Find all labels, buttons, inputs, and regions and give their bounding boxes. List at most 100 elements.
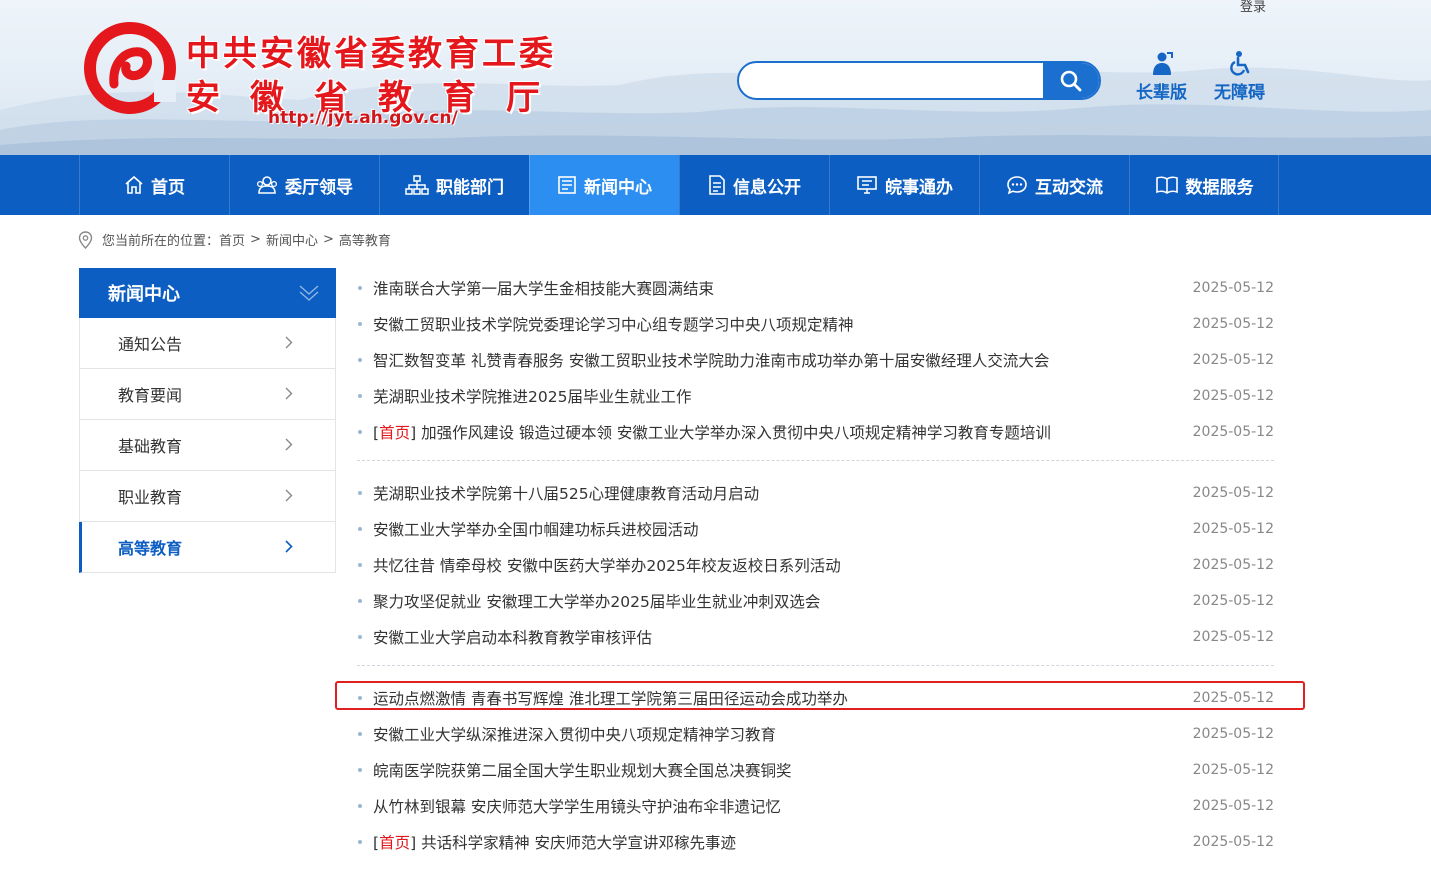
book-icon xyxy=(1155,176,1178,194)
bullet-dot xyxy=(358,732,362,736)
news-item[interactable]: 聚力攻坚促就业 安徽理工大学举办2025届毕业生就业冲刺双选会 2025-05-… xyxy=(357,583,1274,619)
search-box xyxy=(737,61,1101,100)
sidebar-item-higher-education[interactable]: 高等教育 xyxy=(79,522,336,573)
nav-item-departments[interactable]: 职能部门 xyxy=(379,155,529,215)
news-title[interactable]: [首页] 共话科学家精神 安庆师范大学宣讲邓稼先事迹 xyxy=(373,831,1190,853)
login-link[interactable]: 登录 xyxy=(1240,0,1266,15)
nav-item-interaction[interactable]: 互动交流 xyxy=(979,155,1129,215)
chevron-right-icon xyxy=(285,540,293,553)
news-item[interactable]: [首页] 加强作风建设 锻造过硬本领 安徽工业大学举办深入贯彻中央八项规定精神学… xyxy=(357,414,1274,450)
news-title[interactable]: 淮南联合大学第一届大学生金相技能大赛圆满结束 xyxy=(373,277,1190,299)
news-date: 2025-05-12 xyxy=(1192,629,1274,645)
news-item[interactable]: [首页] 共话科学家精神 安庆师范大学宣讲邓稼先事迹 2025-05-12 xyxy=(357,824,1274,860)
news-title[interactable]: [首页] 加强作风建设 锻造过硬本领 安徽工业大学举办深入贯彻中央八项规定精神学… xyxy=(373,421,1190,443)
search-input[interactable] xyxy=(739,63,1045,98)
news-item[interactable]: 智汇数智变革 礼赞青春服务 安徽工贸职业技术学院助力淮南市成功举办第十届安徽经理… xyxy=(357,342,1274,378)
breadcrumb-separator: > xyxy=(250,232,261,247)
news-item[interactable]: 芜湖职业技术学院第十八届525心理健康教育活动月启动 2025-05-12 xyxy=(357,475,1274,511)
sidebar: 新闻中心 通知公告 教育要闻 基础教育 职业教育 高等教育 xyxy=(79,268,336,573)
news-item[interactable]: 安徽工贸职业技术学院党委理论学习中心组专题学习中央八项规定精神 2025-05-… xyxy=(357,306,1274,342)
news-title[interactable]: 安徽工业大学启动本科教育教学审核评估 xyxy=(373,626,1190,648)
nav-label: 委厅领导 xyxy=(285,177,353,198)
breadcrumb-prefix: 您当前所在的位置： xyxy=(102,234,220,249)
news-title-text: 加强作风建设 锻造过硬本领 安徽工业大学举办深入贯彻中央八项规定精神学习教育专题… xyxy=(421,424,1051,442)
main-nav: 首页 委厅领导 职能部门 新闻中心 信息公开 皖事通办 互动交流 数据服务 xyxy=(0,155,1431,215)
nav-item-home[interactable]: 首页 xyxy=(79,155,229,215)
news-date: 2025-05-12 xyxy=(1192,352,1274,368)
news-item[interactable]: 从竹林到银幕 安庆师范大学学生用镜头守护油布伞非遗记忆 2025-05-12 xyxy=(357,788,1274,824)
sidebar-item-notices[interactable]: 通知公告 xyxy=(79,318,336,369)
news-title[interactable]: 芜湖职业技术学院第十八届525心理健康教育活动月启动 xyxy=(373,482,1190,504)
bullet-dot xyxy=(358,527,362,531)
search-icon xyxy=(1060,70,1082,91)
news-title[interactable]: 安徽工贸职业技术学院党委理论学习中心组专题学习中央八项规定精神 xyxy=(373,313,1190,335)
nav-item-news[interactable]: 新闻中心 xyxy=(529,155,679,215)
news-date: 2025-05-12 xyxy=(1192,424,1274,440)
news-title[interactable]: 安徽工业大学举办全国巾帼建功标兵进校园活动 xyxy=(373,518,1190,540)
bullet-dot xyxy=(358,804,362,808)
sidebar-item-education-news[interactable]: 教育要闻 xyxy=(79,369,336,420)
news-item[interactable]: 安徽工业大学举办全国巾帼建功标兵进校园活动 2025-05-12 xyxy=(357,511,1274,547)
news-date: 2025-05-12 xyxy=(1192,726,1274,742)
sidebar-item-label: 基础教育 xyxy=(118,437,183,456)
nav-label: 数据服务 xyxy=(1185,177,1254,198)
news-item[interactable]: 芜湖职业技术学院推进2025届毕业生就业工作 2025-05-12 xyxy=(357,378,1274,414)
news-item[interactable]: 安徽工业大学启动本科教育教学审核评估 2025-05-12 xyxy=(357,619,1274,655)
news-item[interactable]: 皖南医学院获第二届全国大学生职业规划大赛全国总决赛铜奖 2025-05-12 xyxy=(357,752,1274,788)
org-chart-icon xyxy=(405,175,429,195)
news-date: 2025-05-12 xyxy=(1192,557,1274,573)
news-date: 2025-05-12 xyxy=(1192,280,1274,296)
news-date: 2025-05-12 xyxy=(1192,521,1274,537)
chevron-right-icon xyxy=(285,387,293,400)
sidebar-item-basic-education[interactable]: 基础教育 xyxy=(79,420,336,471)
news-title[interactable]: 皖南医学院获第二届全国大学生职业规划大赛全国总决赛铜奖 xyxy=(373,759,1190,781)
chat-icon xyxy=(1007,176,1027,195)
breadcrumb-home[interactable]: 首页 xyxy=(219,230,245,249)
news-item[interactable]: 安徽工业大学纵深推进深入贯彻中央八项规定精神学习教育 2025-05-12 xyxy=(357,716,1274,752)
chevron-right-icon xyxy=(285,438,293,451)
sidebar-heading: 新闻中心 xyxy=(79,268,336,318)
news-title[interactable]: 安徽工业大学纵深推进深入贯彻中央八项规定精神学习教育 xyxy=(373,723,1190,745)
news-item[interactable]: 淮南联合大学第一届大学生金相技能大赛圆满结束 2025-05-12 xyxy=(357,270,1274,306)
bullet-dot xyxy=(358,491,362,495)
site-url: http://jyt.ah.gov.cn/ xyxy=(268,108,458,128)
nav-label: 首页 xyxy=(151,177,185,198)
bullet-dot xyxy=(358,599,362,603)
news-title[interactable]: 聚力攻坚促就业 安徽理工大学举办2025届毕业生就业冲刺双选会 xyxy=(373,590,1190,612)
news-title[interactable]: 共忆往昔 情牵母校 安徽中医药大学举办2025年校友返校日系列活动 xyxy=(373,554,1190,576)
nav-label: 皖事通办 xyxy=(885,177,953,198)
news-title[interactable]: 芜湖职业技术学院推进2025届毕业生就业工作 xyxy=(373,385,1190,407)
bullet-dot xyxy=(358,358,362,362)
news-title[interactable]: 智汇数智变革 礼赞青春服务 安徽工贸职业技术学院助力淮南市成功举办第十届安徽经理… xyxy=(373,349,1190,371)
chevron-right-icon xyxy=(285,489,293,502)
news-date: 2025-05-12 xyxy=(1192,762,1274,778)
nav-item-leaders[interactable]: 委厅领导 xyxy=(229,155,379,215)
news-item[interactable]: 共忆往昔 情牵母校 安徽中医药大学举办2025年校友返校日系列活动 2025-0… xyxy=(357,547,1274,583)
news-date: 2025-05-12 xyxy=(1192,798,1274,814)
chevron-right-icon xyxy=(285,336,293,349)
news-title[interactable]: 运动点燃激情 青春书写辉煌 淮北理工学院第三届田径运动会成功举办 xyxy=(373,687,1190,709)
nav-label: 新闻中心 xyxy=(584,177,652,198)
news-title[interactable]: 从竹林到银幕 安庆师范大学学生用镜头守护油布伞非遗记忆 xyxy=(373,795,1190,817)
nav-item-services[interactable]: 皖事通办 xyxy=(829,155,979,215)
education-logo xyxy=(84,22,176,114)
site-title-line1: 中共安徽省委教育工委 xyxy=(186,34,556,74)
search-button[interactable] xyxy=(1043,63,1099,98)
sidebar-item-vocational-education[interactable]: 职业教育 xyxy=(79,471,336,522)
sidebar-item-label: 职业教育 xyxy=(118,488,183,507)
sidebar-item-label: 高等教育 xyxy=(118,539,183,558)
bullet-dot xyxy=(358,840,362,844)
news-item[interactable]: 运动点燃激情 青春书写辉煌 淮北理工学院第三届田径运动会成功举办 2025-05… xyxy=(357,680,1274,716)
elder-mode-button[interactable]: 长辈版 xyxy=(1136,50,1187,103)
news-icon xyxy=(558,176,576,194)
document-icon xyxy=(709,175,725,195)
bullet-dot xyxy=(358,563,362,567)
site-header: 登录 中共安徽省委教育工委 安徽省教育厅 http://jyt.ah.gov.c… xyxy=(0,0,1431,155)
news-date: 2025-05-12 xyxy=(1192,485,1274,501)
breadcrumb-news[interactable]: 新闻中心 xyxy=(266,230,318,249)
nav-item-data[interactable]: 数据服务 xyxy=(1129,155,1279,215)
chevron-down-icon xyxy=(299,285,319,301)
accessibility-button[interactable]: 无障碍 xyxy=(1214,50,1265,103)
nav-item-disclosure[interactable]: 信息公开 xyxy=(679,155,829,215)
breadcrumb-current[interactable]: 高等教育 xyxy=(339,230,391,249)
